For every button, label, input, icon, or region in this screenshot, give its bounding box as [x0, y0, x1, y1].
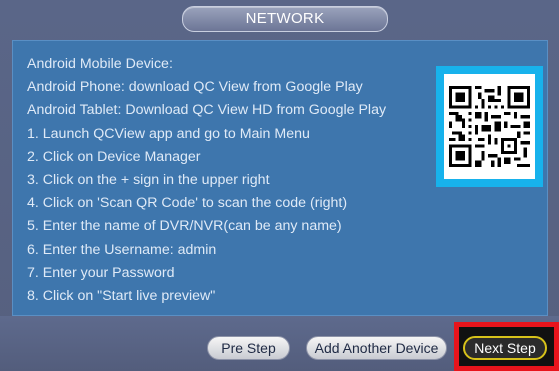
- instruction-step: 6. Enter the Username: admin: [27, 241, 217, 258]
- qr-code-icon: [449, 86, 530, 167]
- next-step-button[interactable]: Next Step: [463, 336, 547, 360]
- instruction-step: 3. Click on the + sign in the upper righ…: [27, 172, 270, 189]
- add-another-device-button[interactable]: Add Another Device: [306, 336, 447, 360]
- instruction-list: Android Mobile Device: Android Phone: do…: [27, 53, 386, 308]
- instruction-line: Android Tablet: Download QC View HD from…: [27, 102, 387, 119]
- instruction-step: 7. Enter your Password: [27, 264, 175, 281]
- instruction-step: 2. Click on Device Manager: [27, 148, 201, 165]
- instruction-step: 1. Launch QCView app and go to Main Menu: [27, 125, 310, 142]
- instructions-panel: Android Mobile Device: Android Phone: do…: [12, 40, 548, 316]
- dialog-title: NETWORK: [182, 6, 388, 32]
- network-dialog: NETWORK Android Mobile Device: Android P…: [0, 0, 559, 371]
- instruction-step: 4. Click on 'Scan QR Code' to scan the c…: [27, 195, 348, 212]
- qr-code: [444, 74, 535, 179]
- instruction-step: 8. Click on "Start live preview": [27, 288, 216, 305]
- instruction-step: 5. Enter the name of DVR/NVR(can be any …: [27, 218, 342, 235]
- instruction-line: Android Phone: download QC View from Goo…: [27, 79, 363, 96]
- pre-step-button[interactable]: Pre Step: [207, 336, 290, 360]
- instruction-heading: Android Mobile Device:: [27, 56, 173, 72]
- qr-code-frame: [436, 66, 543, 187]
